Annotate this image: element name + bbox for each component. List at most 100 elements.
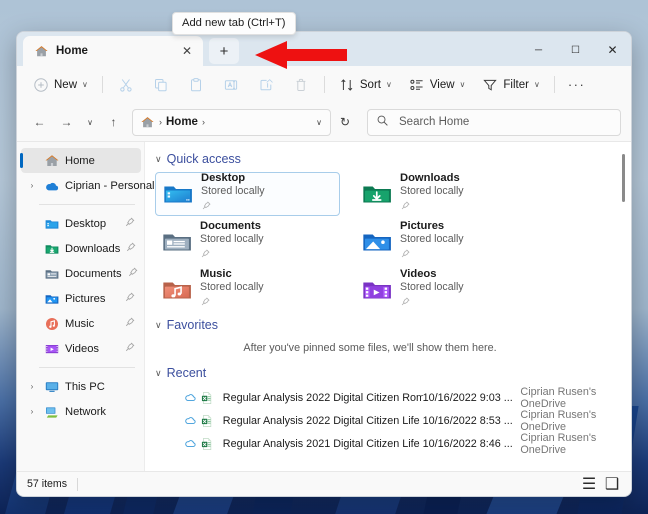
excel-file-icon (198, 437, 216, 451)
chevron-right-icon[interactable]: › (25, 407, 39, 416)
new-button-label: New (54, 78, 78, 91)
refresh-button[interactable]: ↻ (333, 110, 357, 135)
sidebar-item-label: Documents (65, 267, 122, 280)
chevron-down-icon[interactable]: ∨ (155, 154, 162, 165)
pin-icon[interactable] (124, 290, 136, 308)
pin-icon[interactable] (124, 315, 136, 333)
recent-locations-button[interactable]: ∨ (81, 110, 99, 135)
see-more-button[interactable]: ··· (561, 77, 593, 92)
maximize-button[interactable]: ☐ (557, 34, 594, 66)
pin-icon (400, 198, 464, 216)
tooltip-add-new-tab: Add new tab (Ctrl+T) (172, 12, 296, 35)
sidebar-item-downloads[interactable]: Downloads (21, 236, 141, 261)
sidebar-separator-2 (39, 367, 135, 368)
tile-name: Pictures (400, 220, 445, 232)
large-icons-view-button[interactable]: ❑ (603, 475, 621, 493)
tab-close-icon[interactable]: ✕ (177, 41, 197, 61)
copy-button[interactable] (144, 71, 178, 98)
cut-icon (118, 77, 134, 93)
quick-access-tile-documents[interactable]: Documents Stored locally (155, 220, 340, 264)
tab-home[interactable]: Home ✕ (23, 36, 203, 66)
favorites-header[interactable]: ∨ Favorites (155, 318, 631, 332)
cloud-icon (182, 391, 198, 404)
sidebar-separator (39, 204, 135, 205)
quick-access-tile-videos[interactable]: Videos Stored locally (355, 268, 540, 312)
chevron-right-icon[interactable]: › (25, 382, 39, 391)
sidebar-item-this-pc[interactable]: › This PC (21, 374, 141, 399)
recent-file-list: Regular Analysis 2022 Digital Citizen Ro… (155, 386, 631, 456)
address-bar: ← → ∨ ↑ › Home › ∨ ↻ Search Home (17, 103, 631, 141)
filter-icon (482, 77, 498, 93)
paste-button[interactable] (179, 71, 213, 98)
quick-access-header[interactable]: ∨ Quick access (155, 152, 631, 166)
file-date: 10/16/2022 8:53 ... (422, 414, 513, 427)
sort-button[interactable]: Sort ∨ (331, 71, 400, 98)
documents-folder-icon (161, 227, 191, 257)
pin-icon[interactable] (124, 340, 136, 358)
chevron-down-icon[interactable]: ∨ (155, 320, 162, 331)
share-button[interactable] (249, 71, 283, 98)
quick-access-tile-music[interactable]: Music Stored locally (155, 268, 340, 312)
details-view-button[interactable]: ☰ (580, 475, 598, 493)
tile-text: Documents Stored locally (200, 220, 264, 264)
tile-text: Pictures Stored locally (400, 220, 464, 264)
sidebar-item-network[interactable]: › Network (21, 399, 141, 424)
table-row[interactable]: Regular Analysis 2021 Digital Citizen Li… (155, 431, 631, 456)
table-row[interactable]: Regular Analysis 2022 Digital Citizen Li… (155, 409, 631, 433)
table-row[interactable]: Regular Analysis 2022 Digital Citizen Ro… (155, 386, 631, 410)
new-button[interactable]: New ∨ (25, 71, 96, 98)
sidebar-item-pictures[interactable]: Pictures (21, 286, 141, 311)
desktop-folder-icon (44, 216, 60, 232)
quick-access-tile-downloads[interactable]: Downloads Stored locally (355, 172, 540, 216)
home-icon (34, 44, 49, 59)
close-button[interactable]: ✕ (594, 34, 631, 66)
sidebar-item-documents[interactable]: Documents (21, 261, 141, 286)
add-new-tab-button[interactable]: + (209, 38, 239, 64)
sidebar-item-label: Music (65, 317, 95, 330)
up-button[interactable]: ↑ (101, 110, 126, 135)
recent-header[interactable]: ∨ Recent (155, 366, 631, 380)
search-input[interactable]: Search Home (367, 108, 621, 136)
breadcrumb-separator: › (159, 117, 162, 127)
tile-text: Downloads Stored locally (400, 172, 464, 216)
tile-name: Desktop (201, 172, 246, 184)
onedrive-icon (44, 178, 60, 194)
chevron-down-icon[interactable]: ∨ (155, 368, 162, 379)
sidebar-item-home[interactable]: Home (20, 148, 141, 173)
back-button[interactable]: ← (27, 110, 52, 135)
tile-subtitle: Stored locally (201, 185, 265, 197)
plus-circle-icon (33, 77, 49, 93)
filter-button[interactable]: Filter ∨ (474, 71, 547, 98)
sidebar-item-desktop[interactable]: Desktop (21, 211, 141, 236)
minimize-button[interactable]: ─ (520, 34, 557, 66)
breadcrumb[interactable]: › Home › ∨ (132, 108, 331, 136)
sidebar-item-videos[interactable]: Videos (21, 336, 141, 361)
vertical-scrollbar[interactable] (619, 148, 629, 467)
file-location: Ciprian Rusen's OneDrive (520, 431, 597, 456)
scrollbar-thumb[interactable] (622, 154, 625, 202)
forward-button[interactable]: → (54, 110, 79, 135)
sidebar-item-label: Ciprian - Personal (65, 179, 155, 192)
sidebar-item-music[interactable]: Music (21, 311, 141, 336)
favorites-empty-message: After you've pinned some files, we'll sh… (243, 342, 497, 354)
paste-icon (188, 77, 204, 93)
rename-button[interactable] (214, 71, 248, 98)
breadcrumb-item-home[interactable]: Home (166, 116, 198, 128)
quick-access-tile-desktop[interactable]: Desktop Stored locally (155, 172, 340, 216)
pin-icon[interactable] (125, 240, 137, 258)
chevron-right-icon[interactable]: › (25, 181, 39, 190)
pin-icon[interactable] (127, 265, 139, 283)
quick-access-tile-pictures[interactable]: Pictures Stored locally (355, 220, 540, 264)
sidebar-item-onedrive[interactable]: › Ciprian - Personal (21, 173, 155, 198)
pin-icon[interactable] (124, 215, 136, 233)
delete-button[interactable] (284, 71, 318, 98)
sidebar-item-label: Downloads (65, 242, 121, 255)
file-explorer-window: Home ✕ + ─ ☐ ✕ New ∨ Sort ∨ View ∨ Filte… (16, 31, 632, 497)
quick-access-grid: Desktop Stored locally Downloads Stored … (155, 172, 585, 316)
pin-icon (200, 246, 264, 264)
file-date: 10/16/2022 9:03 ... (422, 391, 513, 404)
view-button[interactable]: View ∨ (401, 71, 474, 98)
chevron-down-icon[interactable]: ∨ (316, 118, 325, 127)
excel-file-icon (198, 414, 216, 428)
cut-button[interactable] (109, 71, 143, 98)
